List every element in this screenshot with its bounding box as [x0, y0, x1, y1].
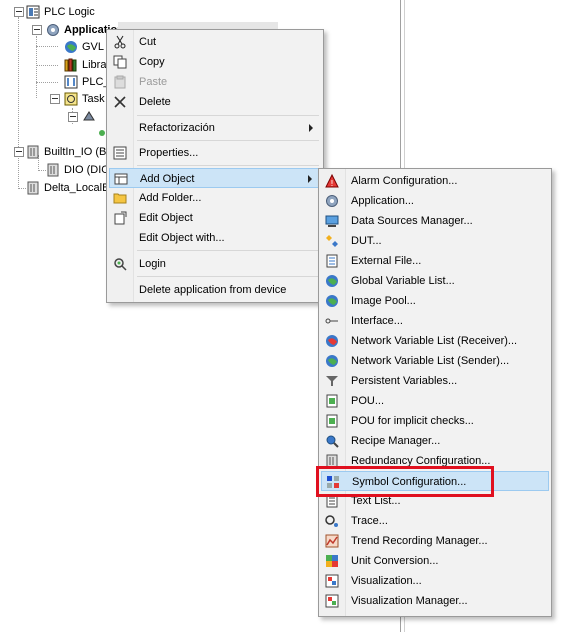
submenu-item-visualization-manager[interactable]: Visualization Manager...: [321, 591, 549, 611]
plc-logic-icon: [26, 5, 40, 19]
context-menu: Cut Copy Paste Delete Refactorización Pr…: [106, 29, 324, 303]
library-icon: [64, 58, 77, 72]
tree-item-task[interactable]: Task: [82, 92, 105, 106]
menu-item-delete-application[interactable]: Delete application from device: [109, 280, 321, 300]
maintask-icon: [83, 111, 95, 121]
submenu-item-nvl-sender[interactable]: Network Variable List (Sender)...: [321, 351, 549, 371]
menu-item-login[interactable]: Login: [109, 254, 321, 274]
tree-item-dio[interactable]: DIO (DIO: [64, 163, 110, 177]
menu-separator: [137, 250, 319, 251]
menu-item-add-folder[interactable]: Add Folder...: [109, 188, 321, 208]
highlight-annotation-box: [316, 466, 494, 497]
device-icon: [47, 163, 59, 177]
trace-icon: [325, 515, 338, 527]
globe-icon: [65, 41, 77, 53]
alarm-icon: !: [325, 174, 339, 188]
add-object-icon: [114, 173, 128, 185]
collapse-maintask[interactable]: [68, 112, 78, 122]
unit-conversion-icon: [326, 555, 338, 567]
submenu-item-nvl-receiver[interactable]: Network Variable List (Receiver)...: [321, 331, 549, 351]
trend-icon: [325, 534, 339, 548]
submenu-item-dut[interactable]: DUT...: [321, 231, 549, 251]
submenu-item-recipe-manager[interactable]: Recipe Manager...: [321, 431, 549, 451]
add-object-submenu: ! Alarm Configuration... Application... …: [318, 168, 552, 617]
tree-item-plc-logic[interactable]: PLC Logic: [44, 5, 95, 19]
tree-item-delta-localbus[interactable]: Delta_LocalBu: [44, 181, 116, 195]
folder-icon: [113, 193, 127, 204]
properties-icon: [113, 146, 127, 160]
submenu-item-application[interactable]: Application...: [321, 191, 549, 211]
menu-separator: [137, 165, 319, 166]
submenu-item-alarm-configuration[interactable]: ! Alarm Configuration...: [321, 171, 549, 191]
copy-icon: [113, 55, 127, 69]
persistent-icon: [326, 376, 338, 386]
svg-text:!: !: [330, 179, 333, 188]
data-sources-icon: [325, 215, 339, 227]
task-config-icon: [64, 92, 78, 106]
edit-object-icon: [114, 211, 127, 225]
submenu-item-global-variable-list[interactable]: Global Variable List...: [321, 271, 549, 291]
menu-item-paste[interactable]: Paste: [109, 72, 321, 92]
submenu-item-unit-conversion[interactable]: Unit Conversion...: [321, 551, 549, 571]
menu-item-delete[interactable]: Delete: [109, 92, 321, 112]
collapse-builtin-io[interactable]: [14, 147, 24, 157]
interface-icon: [325, 318, 338, 324]
paste-icon: [114, 75, 126, 89]
network-globe-icon: [326, 335, 338, 347]
submenu-item-data-sources-manager[interactable]: Data Sources Manager...: [321, 211, 549, 231]
recipe-icon: [326, 435, 339, 448]
visualization-manager-icon: [325, 594, 339, 608]
collapse-application[interactable]: [32, 25, 42, 35]
submenu-item-image-pool[interactable]: Image Pool...: [321, 291, 549, 311]
submenu-item-interface[interactable]: Interface...: [321, 311, 549, 331]
menu-item-properties[interactable]: Properties...: [109, 143, 321, 163]
menu-separator: [137, 276, 319, 277]
menu-item-refactorizacion[interactable]: Refactorización: [109, 118, 321, 138]
delete-x-icon: [114, 96, 126, 108]
submenu-arrow-icon: [308, 175, 312, 183]
menu-item-copy[interactable]: Copy: [109, 52, 321, 72]
submenu-item-external-file[interactable]: External File...: [321, 251, 549, 271]
network-globe-icon: [326, 355, 338, 367]
submenu-arrow-icon: [309, 124, 313, 132]
globe-icon: [326, 275, 338, 287]
collapse-task[interactable]: [50, 94, 60, 104]
submenu-item-trend-recording-manager[interactable]: Trend Recording Manager...: [321, 531, 549, 551]
tree-item-builtin-io[interactable]: BuiltIn_IO (Bu: [44, 145, 112, 159]
submenu-item-trace[interactable]: Trace...: [321, 511, 549, 531]
application-gear-icon: [326, 195, 338, 207]
login-icon: [114, 258, 127, 271]
application-gear-icon: [47, 24, 59, 36]
submenu-item-visualization[interactable]: Visualization...: [321, 571, 549, 591]
device-icon: [27, 181, 39, 195]
submenu-item-pou[interactable]: POU...: [321, 391, 549, 411]
menu-separator: [137, 140, 319, 141]
tree-item-gvl[interactable]: GVL: [82, 40, 104, 54]
scissors-icon: [114, 35, 126, 49]
dut-icon: [326, 235, 338, 247]
pou-checks-icon: [326, 414, 338, 428]
pou-icon: [64, 75, 78, 89]
menu-item-edit-object[interactable]: Edit Object: [109, 208, 321, 228]
external-file-icon: [326, 254, 338, 268]
menu-item-cut[interactable]: Cut: [109, 32, 321, 52]
menu-separator: [137, 115, 319, 116]
device-icon: [27, 145, 39, 159]
menu-item-edit-object-with[interactable]: Edit Object with...: [109, 228, 321, 248]
image-pool-icon: [326, 295, 338, 307]
submenu-item-persistent-variables[interactable]: Persistent Variables...: [321, 371, 549, 391]
pou-icon: [326, 394, 338, 408]
menu-item-add-object[interactable]: Add Object: [109, 168, 321, 188]
submenu-item-pou-implicit-checks[interactable]: POU for implicit checks...: [321, 411, 549, 431]
collapse-plc-logic[interactable]: [14, 7, 24, 17]
visualization-icon: [325, 574, 339, 588]
